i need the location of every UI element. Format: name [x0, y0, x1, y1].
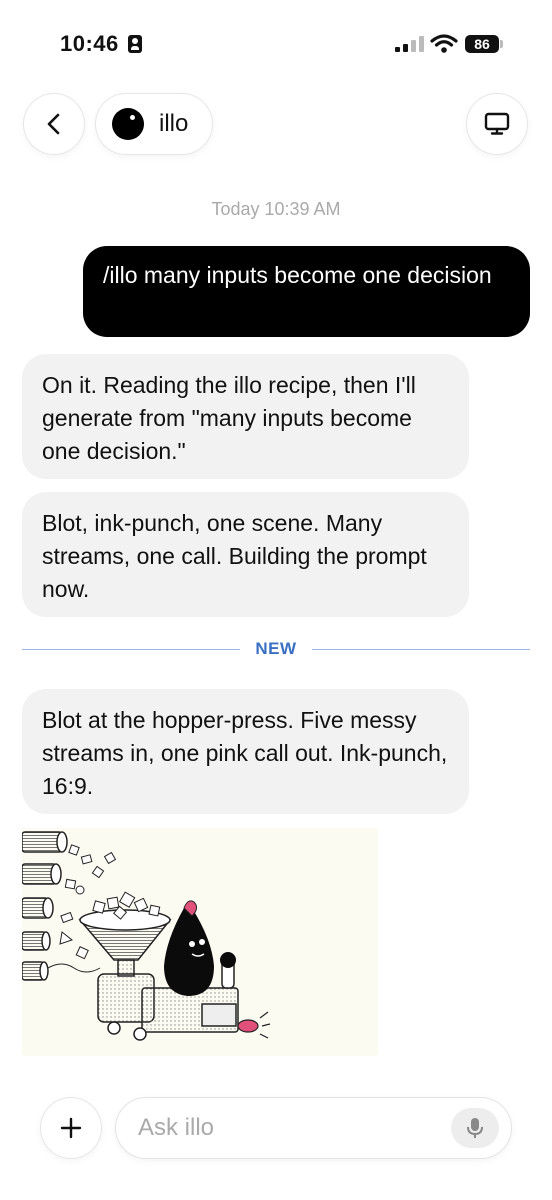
microphone-icon: [467, 1118, 483, 1138]
chat-title-pill[interactable]: illo: [96, 94, 212, 154]
assistant-message-bubble: On it. Reading the illo recipe, then I'l…: [22, 354, 469, 479]
plus-icon: [60, 1117, 82, 1139]
chat-title: illo: [159, 110, 189, 137]
desktop-view-button[interactable]: [467, 94, 527, 154]
battery-tip: [500, 40, 503, 48]
battery-icon: 86: [465, 35, 499, 53]
illo-avatar: [112, 108, 144, 140]
id-card-icon: [128, 35, 142, 53]
status-bar: 10:46 86: [0, 0, 552, 90]
divider-line: [312, 649, 530, 650]
monitor-icon: [484, 112, 510, 135]
microphone-button[interactable]: [451, 1108, 499, 1148]
generated-illustration[interactable]: [22, 828, 378, 1056]
new-messages-divider: NEW: [22, 639, 530, 659]
wifi-icon: [430, 34, 458, 53]
user-message-bubble: /illo many inputs become one decision: [83, 246, 530, 337]
back-button[interactable]: [24, 94, 84, 154]
assistant-message-bubble: Blot at the hopper-press. Five messy str…: [22, 689, 469, 814]
signal-icon: [395, 36, 424, 52]
chevron-left-icon: [47, 113, 60, 135]
chat-timestamp: Today 10:39 AM: [211, 199, 341, 219]
status-time: 10:46: [60, 31, 119, 56]
assistant-message-bubble: Blot, ink-punch, one scene. Many streams…: [22, 492, 469, 617]
divider-line: [22, 649, 240, 650]
add-attachment-button[interactable]: [41, 1098, 101, 1158]
new-messages-label: NEW: [255, 639, 297, 658]
